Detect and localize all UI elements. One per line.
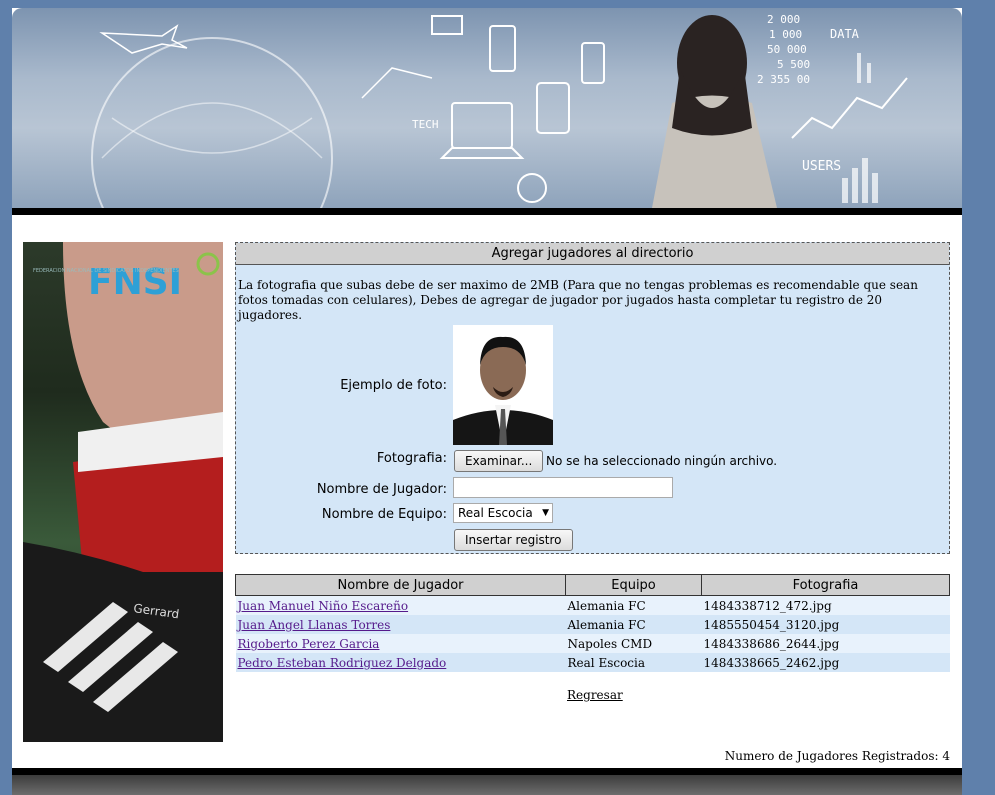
player-photo-file: 1484338686_2644.jpg [701,634,950,653]
player-team: Napoles CMD [565,634,702,653]
logo-subtext: FEDERACION NACIONAL DE SINDICATOS INDEPE… [33,268,179,274]
banner-word: 50 000 [767,43,807,56]
banner-word: TECH [412,118,439,131]
player-count: Numero de Jugadores Registrados: 4 [724,749,950,763]
side-photo: Gerrard FNSI FEDERACION NACIONAL DE SIND… [23,242,223,742]
header-banner: TECH DATA USERS 2 000 1 000 50 000 5 500… [12,8,962,208]
players-table: Nombre de Jugador Equipo Fotografia Juan… [235,574,950,672]
table-row: Pedro Esteban Rodriguez Delgado Real Esc… [235,653,950,672]
player-name-label: Nombre de Jugador: [316,482,447,497]
player-name-link[interactable]: Juan Manuel Niño Escareño [238,599,409,613]
back-link[interactable]: Regresar [567,688,623,702]
no-file-text: No se ha seleccionado ningún archivo. [546,454,778,468]
player-photo-file: 1484338665_2462.jpg [701,653,950,672]
column-header-team: Equipo [565,574,702,596]
footer-banner [12,775,962,795]
table-row: Rigoberto Perez Garcia Napoles CMD 14843… [235,634,950,653]
banner-word: 2 355 00 [757,73,810,86]
footer-divider [12,768,962,775]
page: TECH DATA USERS 2 000 1 000 50 000 5 500… [12,8,962,795]
example-photo [453,325,553,445]
table-header-row: Nombre de Jugador Equipo Fotografia [235,574,950,596]
add-player-form: Agregar jugadores al directorio La fotog… [235,242,950,554]
column-header-photo: Fotografia [701,574,950,596]
player-team: Alemania FC [565,615,702,634]
player-photo-file: 1484338712_472.jpg [701,595,950,615]
banner-divider [12,208,962,215]
insert-record-button[interactable]: Insertar registro [454,529,573,551]
banner-word: 2 000 [767,13,800,26]
banner-word: 5 500 [777,58,810,71]
team-select-value: Real Escocia [458,506,533,520]
photo-label: Fotografia: [376,451,447,466]
team-label: Nombre de Equipo: [321,507,447,522]
column-header-name: Nombre de Jugador [235,574,566,596]
player-photo-file: 1485550454_3120.jpg [701,615,950,634]
player-team: Real Escocia [565,653,702,672]
banner-word: DATA [830,27,860,41]
browse-button[interactable]: Examinar... [454,450,544,472]
table-row: Juan Manuel Niño Escareño Alemania FC 14… [235,595,950,615]
player-name-input[interactable] [453,477,673,498]
player-name-link[interactable]: Juan Angel Llanas Torres [238,618,391,632]
player-name-link[interactable]: Rigoberto Perez Garcia [238,637,380,651]
banner-word: USERS [802,159,841,174]
player-name-link[interactable]: Pedro Esteban Rodriguez Delgado [238,656,447,670]
player-team: Alemania FC [565,595,702,615]
photo-example-label: Ejemplo de foto: [340,378,447,393]
table-row: Juan Angel Llanas Torres Alemania FC 148… [235,615,950,634]
team-select[interactable]: Real Escocia ▼ [453,503,553,523]
form-instructions: La fotografia que subas debe de ser maxi… [238,278,918,322]
chevron-down-icon: ▼ [542,508,549,518]
banner-illustration: TECH DATA USERS 2 000 1 000 50 000 5 500… [91,13,908,208]
form-title: Agregar jugadores al directorio [236,243,949,265]
banner-word: 1 000 [769,28,802,41]
